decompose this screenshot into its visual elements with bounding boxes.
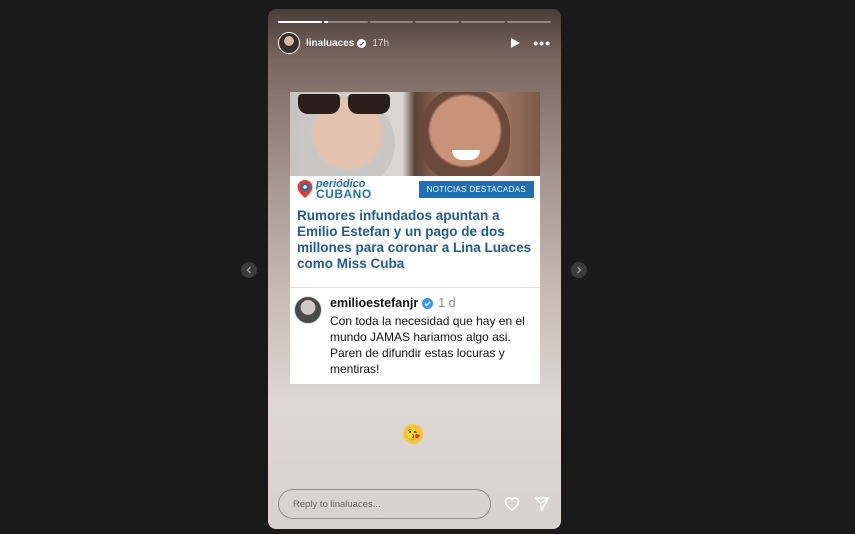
reply-input[interactable] xyxy=(278,489,491,519)
story-progress-bar xyxy=(278,21,551,23)
progress-segment xyxy=(461,21,506,23)
brand-logo: periódico CUBANO xyxy=(296,179,372,201)
progress-segment xyxy=(507,21,551,23)
progress-segment xyxy=(278,21,322,23)
section-badge: NOTICIAS DESTACADAS xyxy=(418,180,534,198)
verified-icon xyxy=(422,297,434,309)
news-photo xyxy=(290,92,540,176)
kiss-emoji-sticker: 😘 xyxy=(403,424,423,444)
heart-icon[interactable] xyxy=(503,495,521,513)
send-icon[interactable] xyxy=(533,495,551,513)
commenter-avatar xyxy=(294,296,322,324)
progress-segment xyxy=(415,21,460,23)
chevron-left-icon xyxy=(246,266,251,274)
comment-text: Con toda la necesidad que hay en el mund… xyxy=(330,314,525,376)
brand-bar: periódico CUBANO NOTICIAS DESTACADAS xyxy=(290,176,540,202)
play-icon[interactable] xyxy=(510,37,521,49)
avatar[interactable] xyxy=(278,32,300,54)
previous-story-button[interactable] xyxy=(241,262,257,278)
post-time: 17h xyxy=(372,37,390,49)
story-frame[interactable]: linaluaces 17h ••• periódico CUBANO NOTI… xyxy=(268,9,561,529)
next-story-button[interactable] xyxy=(571,262,587,278)
commenter-username: emilioestefanjr xyxy=(330,296,419,310)
emoji-text: 😘 xyxy=(404,426,422,441)
chevron-right-icon xyxy=(577,266,582,274)
location-pin-icon xyxy=(296,179,314,199)
progress-segment xyxy=(323,21,368,23)
news-headline: Rumores infundados apuntan a Emilio Este… xyxy=(297,208,532,271)
shared-post-card: periódico CUBANO NOTICIAS DESTACADAS Rum… xyxy=(290,92,540,384)
quoted-comment: emilioestefanjr 1 d Con toda la necesida… xyxy=(290,287,540,384)
username[interactable]: linaluaces xyxy=(306,38,354,49)
progress-fill xyxy=(278,21,322,23)
comment-time: 1 d xyxy=(438,296,456,310)
story-header: linaluaces 17h ••• xyxy=(278,31,551,55)
progress-segment xyxy=(369,21,414,23)
brand-name-bottom: CUBANO xyxy=(316,187,372,201)
story-footer xyxy=(278,489,551,519)
progress-fill xyxy=(323,21,329,23)
story-viewer: linaluaces 17h ••• periódico CUBANO NOTI… xyxy=(0,0,855,534)
more-icon[interactable]: ••• xyxy=(533,36,551,50)
verified-icon xyxy=(357,38,367,48)
